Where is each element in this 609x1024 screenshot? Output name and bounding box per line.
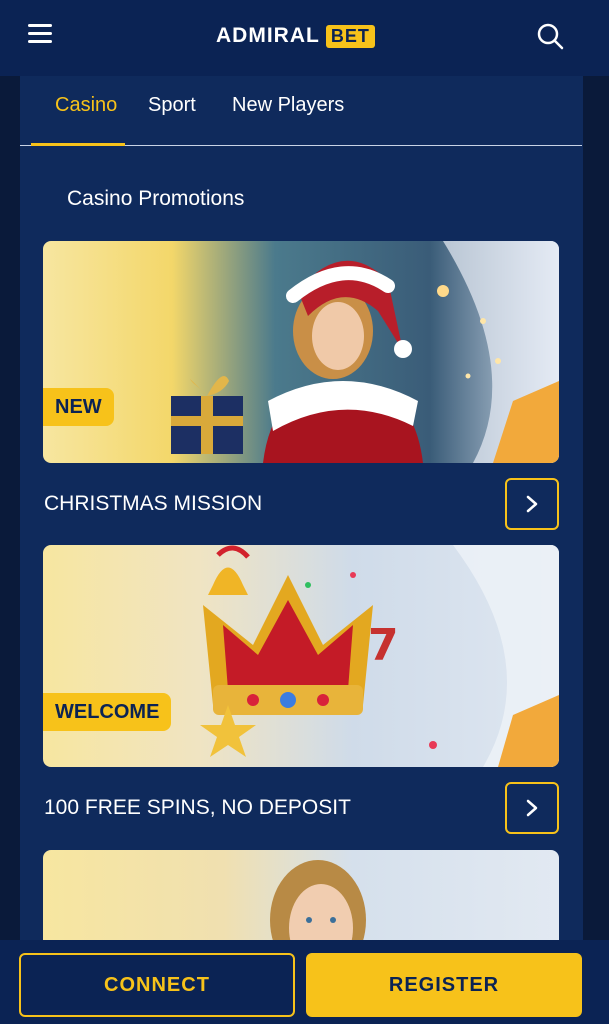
logo-main-text: ADMIRAL [216,24,320,47]
tab-casino[interactable]: Casino [55,94,117,117]
section-title: Casino Promotions [67,187,245,210]
promo-arrow-button-free-spins[interactable] [505,782,559,834]
logo-accent-text: BET [325,24,375,48]
promo-image-christmas[interactable]: NEW [43,241,559,463]
promo-title-christmas: CHRISTMAS MISSION [44,492,263,515]
right-edge [583,76,609,946]
chevron-right-icon [526,495,538,513]
promo-title-free-spins: 100 FREE SPINS, NO DEPOSIT [44,796,351,819]
active-tab-indicator [31,143,125,146]
promo-badge-new: NEW [43,388,114,426]
admiralbet-logo[interactable]: ADMIRAL BET [216,23,375,49]
promo-arrow-button-christmas[interactable] [505,478,559,530]
free-spins-promo-art: 7 [43,545,559,767]
tab-new-players[interactable]: New Players [232,94,344,117]
top-header: ADMIRAL BET [0,0,609,76]
promo-image-free-spins[interactable]: 7 WELCOME [43,545,559,767]
register-button[interactable]: REGISTER [306,953,582,1017]
svg-text:7: 7 [368,620,399,671]
search-icon[interactable] [536,22,564,50]
chevron-right-icon [526,799,538,817]
christmas-promo-art [43,241,559,463]
hamburger-menu-icon[interactable] [28,24,52,44]
promo-badge-welcome: WELCOME [43,693,172,731]
left-edge [0,76,20,946]
category-tabs: Casino Sport New Players [20,76,582,146]
tab-sport[interactable]: Sport [148,94,196,117]
connect-button[interactable]: CONNECT [19,953,295,1017]
